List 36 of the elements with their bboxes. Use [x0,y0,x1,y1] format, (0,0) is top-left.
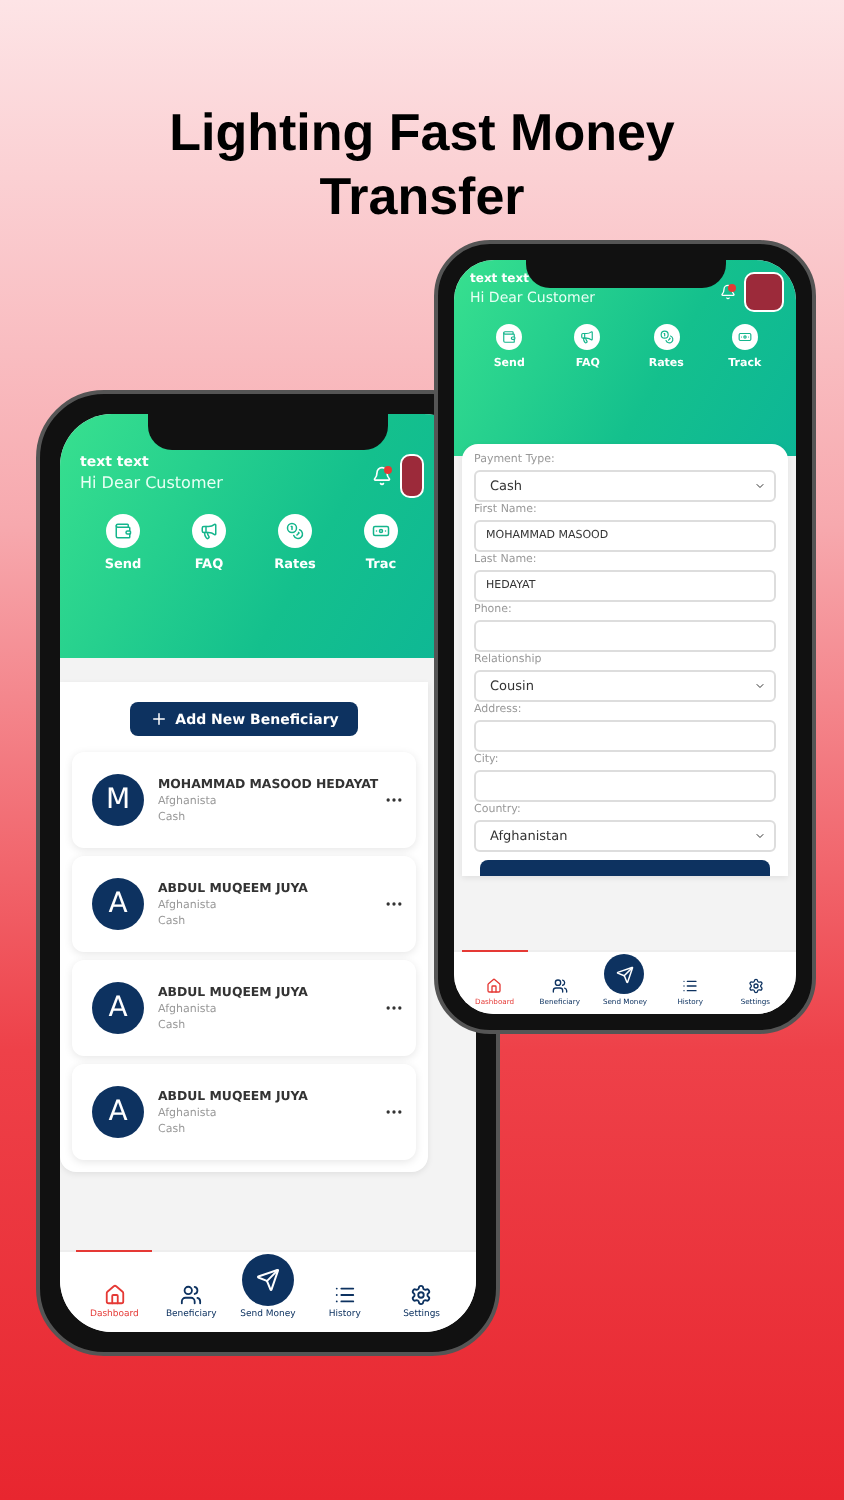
input-field[interactable] [474,720,776,752]
input-field[interactable] [474,620,776,652]
people-icon [180,1284,203,1306]
bell-icon[interactable] [720,284,736,300]
megaphone-icon [200,522,218,540]
banknote-icon [737,330,752,344]
initial-avatar: A [92,878,144,930]
plus-icon [149,710,168,728]
paper-plane-icon [255,1268,280,1292]
chevron-down-icon [754,830,766,842]
banknote-icon [372,522,390,540]
home-icon [103,1284,126,1306]
people-icon [551,978,568,994]
list-icon [682,978,699,994]
home-icon [486,978,503,994]
headline: Lighting Fast Money Transfer [167,100,677,228]
photo-placeholder [744,272,784,312]
initial-avatar: M [92,774,144,826]
megaphone-icon [580,330,595,344]
paper-plane-icon [615,965,634,983]
chevron-down-icon [754,480,766,492]
bell-icon[interactable] [372,466,392,486]
wallet-icon [114,522,132,540]
input-field[interactable] [474,770,776,802]
settings-icon [410,1284,433,1306]
wallet-icon [502,330,517,344]
send-money-button[interactable] [604,954,645,994]
initial-avatar: A [92,1086,144,1138]
greeting-text: Hi Dear Customer [80,474,223,492]
settings-icon [747,978,764,994]
coins-icon [659,330,674,344]
send-money-button[interactable] [241,1254,294,1306]
coins-icon [286,522,304,540]
photo-placeholder [400,454,424,498]
chevron-down-icon [754,680,766,692]
initial-avatar: A [92,982,144,1034]
